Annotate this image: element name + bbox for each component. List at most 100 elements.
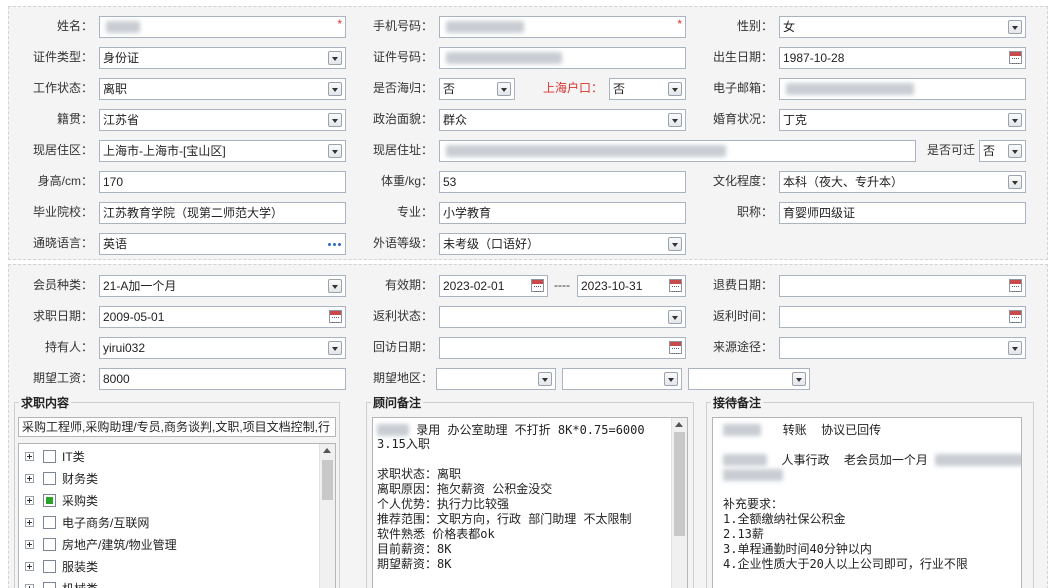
checkbox[interactable] <box>43 449 56 463</box>
source-select[interactable] <box>779 337 1026 359</box>
expand-icon[interactable] <box>25 583 34 588</box>
tree-item-ecommerce[interactable]: 电子商务/互联网 <box>25 512 149 532</box>
note-line: 2.13薪 <box>723 527 764 541</box>
calendar-icon[interactable] <box>1009 279 1022 292</box>
address-field[interactable] <box>439 140 916 162</box>
rebate-time-field[interactable] <box>779 306 1026 328</box>
member-type-select[interactable]: 21-A加一个月 <box>99 275 346 297</box>
phone-field[interactable]: * <box>439 16 686 38</box>
tree-scrollbar[interactable] <box>319 444 335 588</box>
chevron-down-icon[interactable] <box>1008 175 1022 189</box>
tree-item-apparel[interactable]: 服装类 <box>25 556 98 576</box>
reception-notes-textarea[interactable]: 转账 协议已回传 人事行政 老会员加一个月 补充要求： 1.全额缴纳社保公积金 … <box>712 417 1022 588</box>
checkbox[interactable] <box>43 537 56 551</box>
calendar-icon[interactable] <box>531 279 544 292</box>
language-value: 英语 <box>103 237 128 251</box>
political-value: 群众 <box>443 113 468 127</box>
rebate-time-label: 返利时间： <box>712 309 773 323</box>
tree-item-procurement[interactable]: 采购类 <box>25 490 98 510</box>
tree-item-finance[interactable]: 财务类 <box>25 468 98 488</box>
job-date-field[interactable]: 2009-05-01 <box>99 306 346 328</box>
chevron-down-icon[interactable] <box>1008 341 1022 355</box>
political-select[interactable]: 群众 <box>439 109 686 131</box>
refund-date-field[interactable] <box>779 275 1026 297</box>
marital-select[interactable]: 丁克 <box>779 109 1026 131</box>
checkbox[interactable] <box>43 515 56 529</box>
valid-from-field[interactable]: 2023-02-01 <box>439 275 548 297</box>
hukou-label: 上海户口： <box>542 81 603 95</box>
holder-select[interactable]: yirui032 <box>99 337 346 359</box>
visit-date-field[interactable] <box>439 337 686 359</box>
id-number-field[interactable] <box>439 47 686 69</box>
district-select[interactable]: 上海市-上海市-[宝山区] <box>99 140 346 162</box>
name-field[interactable]: * <box>99 16 346 38</box>
area-province-select[interactable] <box>436 368 556 390</box>
tree-item-realestate[interactable]: 房地产/建筑/物业管理 <box>25 534 177 554</box>
email-field[interactable] <box>779 78 1026 100</box>
note-line: 人事行政 老会员加一个月 <box>723 452 1021 467</box>
calendar-icon[interactable] <box>1009 51 1022 64</box>
expand-icon[interactable] <box>25 473 34 483</box>
checkbox[interactable] <box>43 581 56 588</box>
chevron-down-icon[interactable] <box>792 372 806 386</box>
note-line: 离职原因：拖欠薪资 公积金没交 <box>377 482 553 496</box>
scroll-thumb[interactable] <box>322 460 333 500</box>
height-value: 170 <box>103 175 124 189</box>
chevron-down-icon[interactable] <box>1008 144 1022 158</box>
area-district-select[interactable] <box>688 368 810 390</box>
relocate-select[interactable]: 否 <box>979 140 1026 162</box>
note-line: 推荐范围：文职方向，行政 部门助理 不太限制 <box>377 512 632 526</box>
expand-icon[interactable] <box>25 561 34 571</box>
personal-info-panel: 姓名： * 手机号码： * 性别： 女 证件类型： 身份证 证件号码： 出生日期… <box>8 6 1048 260</box>
title-field[interactable]: 育婴师四级证 <box>779 202 1026 224</box>
advisor-notes-textarea[interactable]: 录用 办公室助理 不打折 8K*0.75=6000 3.15入职 求职状态：离职… <box>372 417 688 588</box>
holder-value: yirui032 <box>103 341 146 355</box>
hukou-select[interactable]: 否 <box>609 78 686 100</box>
note-line: 1.全额缴纳社保公积金 <box>723 512 846 526</box>
member-type-label: 会员种类： <box>32 278 93 292</box>
tree-item-machinery[interactable]: 机械类 <box>25 578 98 588</box>
checkbox[interactable] <box>43 559 56 573</box>
rebate-status-select[interactable] <box>439 306 686 328</box>
job-content-summary[interactable]: 采购工程师,采购助理/专员,商务谈判,文职,项目文档控制,行 <box>18 417 336 437</box>
foreign-level-select[interactable]: 未考级（口语好） <box>439 233 686 255</box>
chevron-down-icon[interactable] <box>1008 20 1022 34</box>
tree-item-label: 机械类 <box>62 580 98 588</box>
notes-scrollbar[interactable] <box>671 418 687 588</box>
school-field[interactable]: 江苏教育学院（现第二师范大学） <box>99 202 346 224</box>
tree-item-it[interactable]: IT类 <box>25 446 85 466</box>
height-field[interactable]: 170 <box>99 171 346 193</box>
expand-icon[interactable] <box>25 495 34 505</box>
salary-field[interactable]: 8000 <box>99 368 346 390</box>
gender-select[interactable]: 女 <box>779 16 1026 38</box>
weight-label: 体重/kg： <box>380 174 433 188</box>
valid-to-field[interactable]: 2023-10-31 <box>577 275 686 297</box>
id-type-select[interactable]: 身份证 <box>99 47 346 69</box>
chevron-down-icon[interactable] <box>1008 113 1022 127</box>
chevron-down-icon[interactable] <box>664 372 678 386</box>
scroll-up-icon[interactable] <box>323 448 331 453</box>
overseas-select[interactable]: 否 <box>439 78 515 100</box>
checkbox[interactable] <box>43 471 56 485</box>
checkbox-checked[interactable] <box>43 493 56 507</box>
expand-icon[interactable] <box>25 517 34 527</box>
calendar-icon[interactable] <box>1009 310 1022 323</box>
expand-icon[interactable] <box>25 451 34 461</box>
scroll-up-icon[interactable] <box>675 422 683 427</box>
job-category-tree[interactable]: IT类 财务类 采购类 电子商务/互联网 房地产/建筑/物业管理 服装类 <box>18 443 336 588</box>
area-city-select[interactable] <box>562 368 682 390</box>
language-field[interactable]: 英语 <box>99 233 346 255</box>
major-field[interactable]: 小学教育 <box>439 202 686 224</box>
work-status-select[interactable]: 离职 <box>99 78 346 100</box>
overseas-label: 是否海归： <box>372 81 433 95</box>
chevron-down-icon[interactable] <box>538 372 552 386</box>
expand-icon[interactable] <box>25 539 34 549</box>
chevron-down-icon[interactable] <box>668 237 682 251</box>
native-place-select[interactable]: 江苏省 <box>99 109 346 131</box>
weight-field[interactable]: 53 <box>439 171 686 193</box>
chevron-down-icon[interactable] <box>497 82 511 96</box>
education-select[interactable]: 本科（夜大、专升本） <box>779 171 1026 193</box>
birth-date-field[interactable]: 1987-10-28 <box>779 47 1026 69</box>
id-type-value: 身份证 <box>103 51 140 65</box>
scroll-thumb[interactable] <box>674 432 685 536</box>
